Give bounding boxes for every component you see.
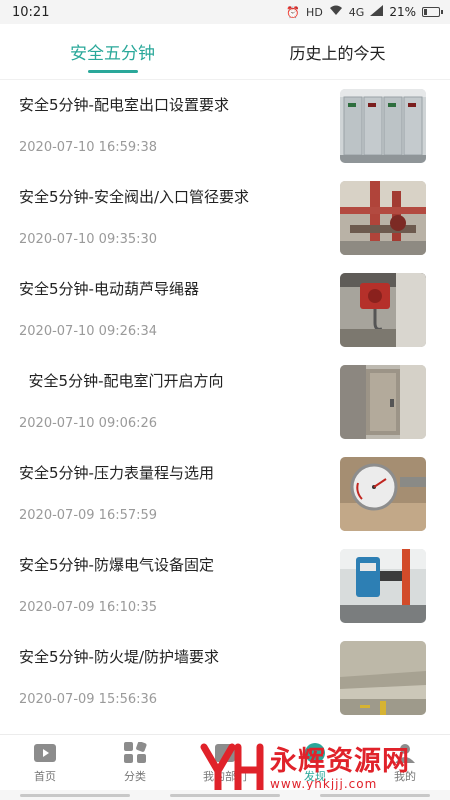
article-date: 2020-07-09 16:10:35 bbox=[19, 600, 158, 615]
article-date: 2020-07-09 16:57:59 bbox=[19, 508, 158, 523]
nav-department[interactable]: 我的部门 bbox=[180, 735, 270, 790]
article-date: 2020-07-09 15:56:36 bbox=[19, 692, 158, 707]
nav-label: 我的部门 bbox=[203, 769, 247, 783]
department-icon bbox=[215, 743, 235, 762]
system-nav-handle bbox=[20, 793, 130, 797]
list-item[interactable]: 安全5分钟-配电室门开启方向 2020-07-10 09:06:26 bbox=[0, 356, 450, 448]
nav-label: 首页 bbox=[34, 769, 56, 783]
list-item[interactable]: 安全5分钟-安全阀出/入口管径要求 2020-07-10 09:35:30 bbox=[0, 172, 450, 264]
list-item[interactable]: 安全5分钟-防火堤/防护墙要求 2020-07-09 15:56:36 bbox=[0, 632, 450, 724]
pressure-gauge-thumbnail[interactable] bbox=[340, 457, 426, 531]
article-title: 安全5分钟-防火堤/防护墙要求 bbox=[19, 648, 220, 666]
nav-label: 发现 bbox=[304, 769, 326, 783]
system-nav-handle bbox=[170, 793, 280, 797]
nav-label: 我的 bbox=[394, 769, 416, 783]
signal-label: 4G bbox=[348, 5, 365, 19]
tab-safety-five-minutes[interactable]: 安全五分钟 bbox=[0, 24, 225, 79]
wifi-icon bbox=[329, 5, 343, 19]
discover-icon bbox=[305, 742, 325, 763]
article-date: 2020-07-10 09:06:26 bbox=[19, 416, 158, 431]
article-title: 安全5分钟-安全阀出/入口管径要求 bbox=[19, 188, 250, 206]
valve-pipes-thumbnail[interactable] bbox=[340, 181, 426, 255]
article-title: 安全5分钟-配电室出口设置要求 bbox=[19, 96, 229, 114]
electric-hoist-thumbnail[interactable] bbox=[340, 273, 426, 347]
explosion-proof-motor-thumbnail[interactable] bbox=[340, 549, 426, 623]
home-icon bbox=[34, 743, 56, 762]
article-title: 安全5分钟-压力表量程与选用 bbox=[19, 464, 214, 482]
article-title: 安全5分钟-防爆电气设备固定 bbox=[19, 556, 214, 574]
status-bar: 10:21 ⏰ HD 4G 21% bbox=[0, 0, 450, 24]
profile-icon bbox=[395, 743, 415, 763]
nav-discover[interactable]: 发现 bbox=[270, 735, 360, 790]
category-icon bbox=[124, 741, 147, 763]
switchgear-room-thumbnail[interactable] bbox=[340, 89, 426, 163]
battery-percent: 21% bbox=[389, 5, 416, 19]
nav-profile[interactable]: 我的 bbox=[360, 735, 450, 790]
bottom-nav: 首页 分类 我的部门 发现 我的 bbox=[0, 734, 450, 790]
system-nav-bar bbox=[0, 790, 450, 800]
battery-icon bbox=[422, 7, 443, 17]
status-time: 10:21 bbox=[12, 4, 50, 20]
article-date: 2020-07-10 09:26:34 bbox=[19, 324, 158, 339]
nav-label: 分类 bbox=[124, 769, 146, 783]
nav-category[interactable]: 分类 bbox=[90, 735, 180, 790]
list-item[interactable]: 安全5分钟-防爆电气设备固定 2020-07-09 16:10:35 bbox=[0, 540, 450, 632]
article-title: 安全5分钟-配电室门开启方向 bbox=[19, 372, 224, 390]
tab-label: 历史上的今天 bbox=[289, 43, 386, 63]
list-item[interactable]: 安全5分钟-电动葫芦导绳器 2020-07-10 09:26:34 bbox=[0, 264, 450, 356]
article-list[interactable]: 安全5分钟-配电室出口设置要求 2020-07-10 16:59:38 安全5分… bbox=[0, 80, 450, 734]
nav-home[interactable]: 首页 bbox=[0, 735, 90, 790]
tab-today-in-history[interactable]: 历史上的今天 bbox=[225, 24, 450, 79]
status-icons: ⏰ HD 4G 21% bbox=[286, 5, 443, 19]
hd-label: HD bbox=[306, 5, 323, 19]
list-item[interactable]: 安全5分钟-压力表量程与选用 2020-07-09 16:57:59 bbox=[0, 448, 450, 540]
battery-level bbox=[424, 9, 427, 15]
article-title: 安全5分钟-电动葫芦导绳器 bbox=[19, 280, 199, 298]
distribution-room-door-thumbnail[interactable] bbox=[340, 365, 426, 439]
system-nav-handle bbox=[320, 793, 430, 797]
alarm-icon: ⏰ bbox=[286, 5, 301, 19]
tab-label: 安全五分钟 bbox=[70, 44, 155, 64]
article-date: 2020-07-10 16:59:38 bbox=[19, 140, 158, 155]
article-date: 2020-07-10 09:35:30 bbox=[19, 232, 158, 247]
fire-dike-thumbnail[interactable] bbox=[340, 641, 426, 715]
signal-icon bbox=[370, 5, 384, 19]
list-item[interactable]: 安全5分钟-配电室出口设置要求 2020-07-10 16:59:38 bbox=[0, 80, 450, 172]
tab-bar: 安全五分钟 历史上的今天 bbox=[0, 24, 450, 80]
tab-active-indicator bbox=[87, 70, 138, 73]
